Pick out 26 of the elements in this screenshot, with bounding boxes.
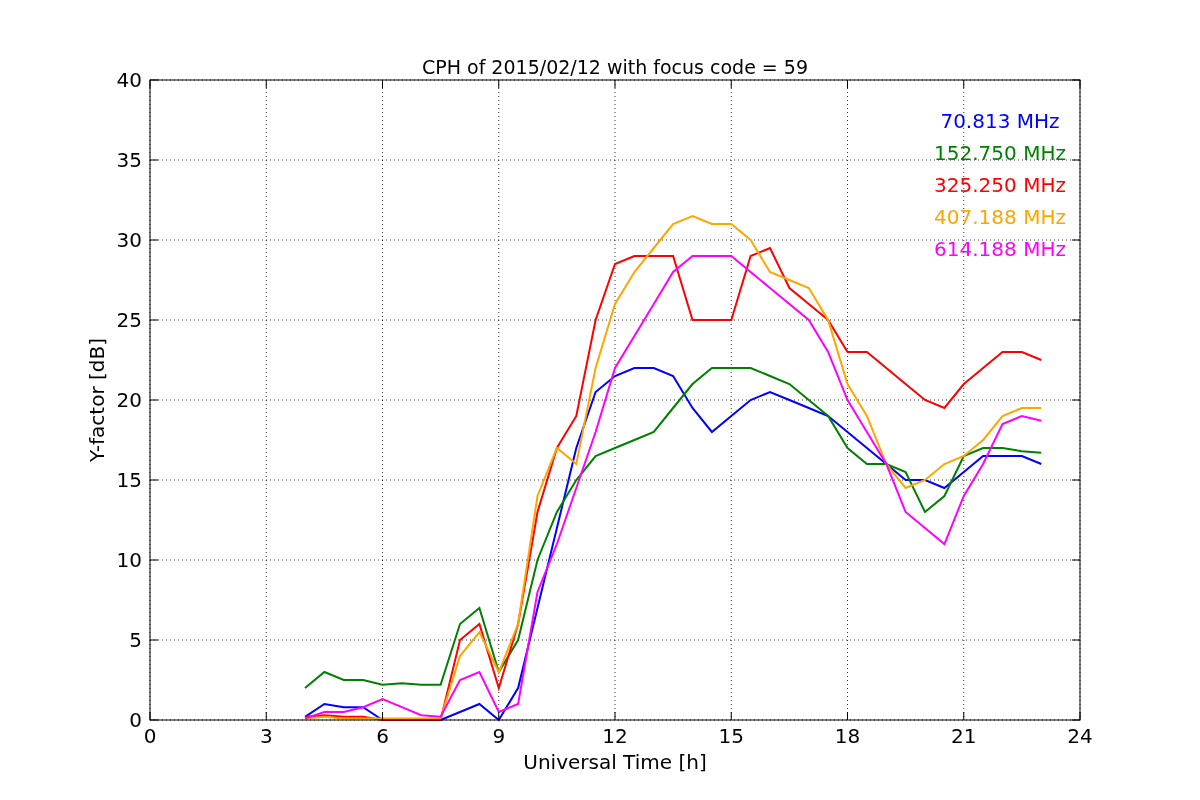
x-tick-label: 12: [602, 724, 628, 748]
y-axis-label: Y-factor [dB]: [85, 338, 109, 462]
x-tick-label: 21: [951, 724, 977, 748]
x-tick-label: 9: [492, 724, 506, 748]
legend-label: 70.813 MHz: [940, 109, 1060, 133]
y-tick-label: 10: [116, 548, 142, 572]
legend-label: 407.188 MHz: [934, 205, 1066, 229]
legend-label: 614.188 MHz: [934, 237, 1066, 261]
x-tick-label: 0: [143, 724, 157, 748]
x-tick-label: 15: [718, 724, 744, 748]
x-tick-label: 6: [376, 724, 389, 748]
legend-label: 325.250 MHz: [934, 173, 1066, 197]
y-tick-label: 5: [129, 628, 142, 652]
x-tick-label: 3: [259, 724, 273, 748]
x-tick-label: 24: [1067, 724, 1093, 748]
y-tick-label: 30: [116, 228, 142, 252]
chart-title: CPH of 2015/02/12 with focus code = 59: [422, 56, 808, 78]
x-axis-label: Universal Time [h]: [523, 750, 707, 774]
legend-label: 152.750 MHz: [934, 141, 1066, 165]
y-tick-label: 35: [116, 148, 142, 172]
y-tick-label: 40: [116, 68, 142, 92]
y-tick-label: 20: [116, 388, 142, 412]
y-tick-label: 0: [129, 708, 142, 732]
x-tick-label: 18: [834, 724, 861, 748]
y-tick-label: 25: [116, 308, 142, 332]
y-tick-label: 15: [116, 468, 142, 492]
